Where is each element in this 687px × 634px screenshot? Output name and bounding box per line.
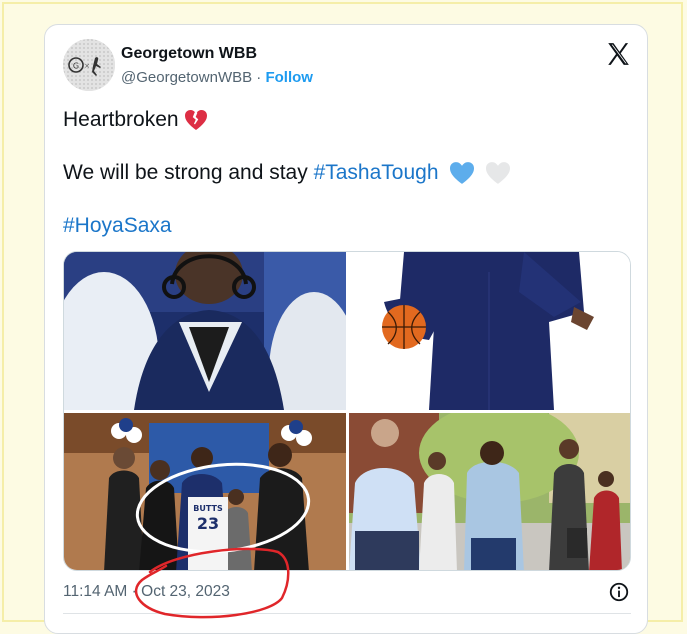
timestamp-separator: ·: [131, 583, 137, 600]
svg-text:×: ×: [84, 62, 90, 70]
media-grid: BUTTS 23: [63, 251, 631, 571]
avatar-logo-icon: G ×: [63, 39, 115, 91]
blue-heart-icon: [450, 162, 475, 185]
photo-press-conference-jersey[interactable]: BUTTS 23: [64, 413, 346, 570]
author-handle[interactable]: @GeorgetownWBB: [121, 69, 252, 86]
x-logo-icon[interactable]: [605, 41, 631, 67]
tweet-text-line-3: #HoyaSaxa: [63, 213, 172, 239]
photo-coach-basketball-image: [349, 252, 630, 410]
jersey-number: 23: [197, 514, 219, 533]
tweet-text-line-2: We will be strong and stay #TashaTough: [63, 160, 512, 186]
author-name[interactable]: Georgetown WBB: [121, 45, 257, 63]
tweet-card: G × Georgetown WBB @GeorgetownWBB · Foll…: [44, 24, 648, 634]
photo-coach-closeup[interactable]: [64, 252, 346, 410]
author-avatar[interactable]: G ×: [63, 39, 115, 91]
svg-text:G: G: [73, 62, 79, 71]
tweet-date[interactable]: Oct 23, 2023: [141, 583, 230, 600]
handle-separator: ·: [256, 69, 262, 86]
photo-press-conference-image: BUTTS 23: [64, 413, 346, 570]
photo-coach-basketball[interactable]: [349, 252, 630, 410]
jersey-name: BUTTS: [193, 504, 223, 513]
line1-text: Heartbroken: [63, 108, 179, 131]
info-icon[interactable]: [608, 581, 630, 603]
broken-heart-icon: [185, 110, 208, 131]
footer-divider: [63, 613, 631, 614]
line2-text: We will be strong and stay: [63, 161, 308, 184]
follow-button[interactable]: Follow: [265, 69, 313, 86]
white-heart-icon: [486, 162, 511, 185]
photo-walking-outdoors[interactable]: [349, 413, 630, 570]
photo-coach-closeup-image: [64, 252, 346, 410]
tweet-time[interactable]: 11:14 AM: [63, 583, 127, 600]
tweet-text-line-1: Heartbroken: [63, 107, 208, 133]
tweet-timestamp[interactable]: 11:14 AM · Oct 23, 2023: [63, 583, 230, 601]
hashtag-hoyasaxa-link[interactable]: #HoyaSaxa: [63, 214, 172, 237]
author-handle-row: @GeorgetownWBB · Follow: [121, 69, 313, 86]
hashtag-tashatough-link[interactable]: #TashaTough: [314, 161, 439, 184]
photo-walking-outdoors-image: [349, 413, 630, 570]
